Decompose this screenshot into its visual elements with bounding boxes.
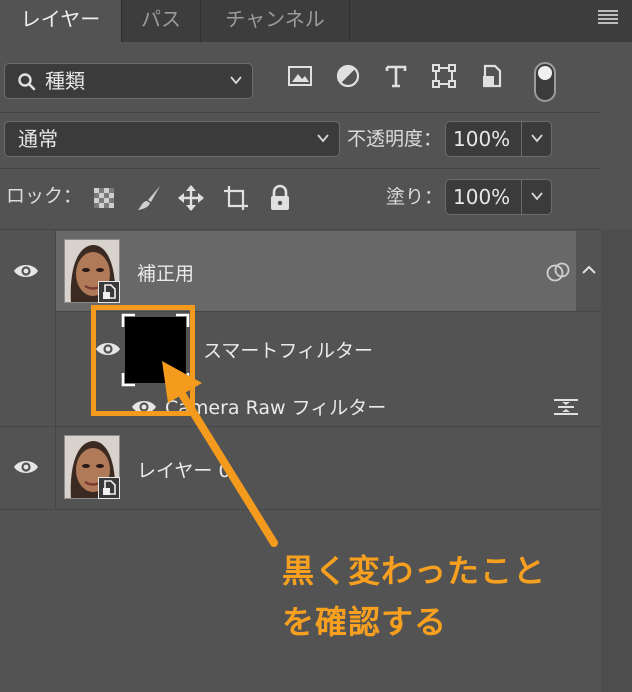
shape-layer-filter-icon[interactable]	[431, 63, 457, 89]
filter-toggle[interactable]	[534, 62, 556, 102]
search-icon	[18, 73, 36, 91]
pixel-layer-filter-icon[interactable]	[287, 63, 313, 89]
chevron-down-icon[interactable]	[531, 132, 543, 144]
opacity-field[interactable]: 100%	[445, 121, 552, 157]
smart-filter-indicator-icon	[546, 262, 570, 282]
tab-channels[interactable]: チャンネル	[201, 0, 349, 42]
divider	[0, 168, 600, 169]
fill-field[interactable]: 100%	[445, 179, 552, 215]
blend-mode-label: 通常	[18, 127, 58, 151]
lock-transparent-pixels-icon[interactable]	[93, 187, 115, 209]
visibility-eye-icon[interactable]	[13, 458, 39, 476]
filter-toggle-knob	[538, 66, 552, 80]
fill-label: 塗り：	[386, 186, 444, 208]
layer-name[interactable]: 補正用	[137, 259, 194, 286]
collapse-chevron-icon[interactable]	[582, 265, 596, 275]
annotation-arrow	[162, 361, 278, 547]
lock-all-icon[interactable]	[269, 184, 291, 212]
opacity-value[interactable]: 100%	[453, 122, 510, 156]
tab-paths[interactable]: パス	[122, 0, 200, 42]
lock-image-pixels-brush-icon[interactable]	[135, 184, 163, 212]
panel-menu-icon[interactable]	[598, 10, 618, 24]
annotation-text-line1: 黒く変わったこと	[282, 552, 547, 590]
tab-layers[interactable]: レイヤー	[0, 0, 121, 42]
lock-label: ロック：	[6, 185, 83, 207]
fill-value[interactable]: 100%	[453, 180, 510, 214]
annotation-text-line2: を確認する	[282, 603, 448, 641]
adjustment-layer-filter-icon[interactable]	[335, 63, 361, 89]
lock-position-move-icon[interactable]	[177, 184, 205, 212]
filter-blending-options-icon[interactable]	[553, 397, 579, 417]
field-divider	[521, 180, 522, 214]
lock-artboard-icon[interactable]	[222, 184, 250, 212]
chevron-down-icon[interactable]	[531, 190, 543, 202]
visibility-eye-icon[interactable]	[13, 262, 39, 280]
divider	[0, 426, 601, 427]
type-layer-filter-icon[interactable]	[383, 63, 409, 89]
opacity-label: 不透明度：	[347, 128, 443, 150]
filter-kind-select[interactable]: 種類	[4, 63, 253, 99]
divider	[0, 509, 601, 510]
tab-separator	[349, 0, 350, 42]
smart-object-filter-icon[interactable]	[479, 63, 505, 89]
divider	[0, 112, 600, 113]
chevron-down-icon	[230, 76, 242, 85]
smart-object-badge-icon	[98, 477, 120, 499]
chevron-down-icon	[317, 134, 329, 143]
field-divider	[521, 122, 522, 156]
filter-kind-label: 種類	[45, 69, 85, 93]
smart-object-badge-icon	[98, 281, 120, 303]
blend-mode-select[interactable]: 通常	[4, 121, 340, 157]
scrollbar-track[interactable]	[601, 230, 632, 692]
layer-row-selected[interactable]	[56, 231, 576, 311]
